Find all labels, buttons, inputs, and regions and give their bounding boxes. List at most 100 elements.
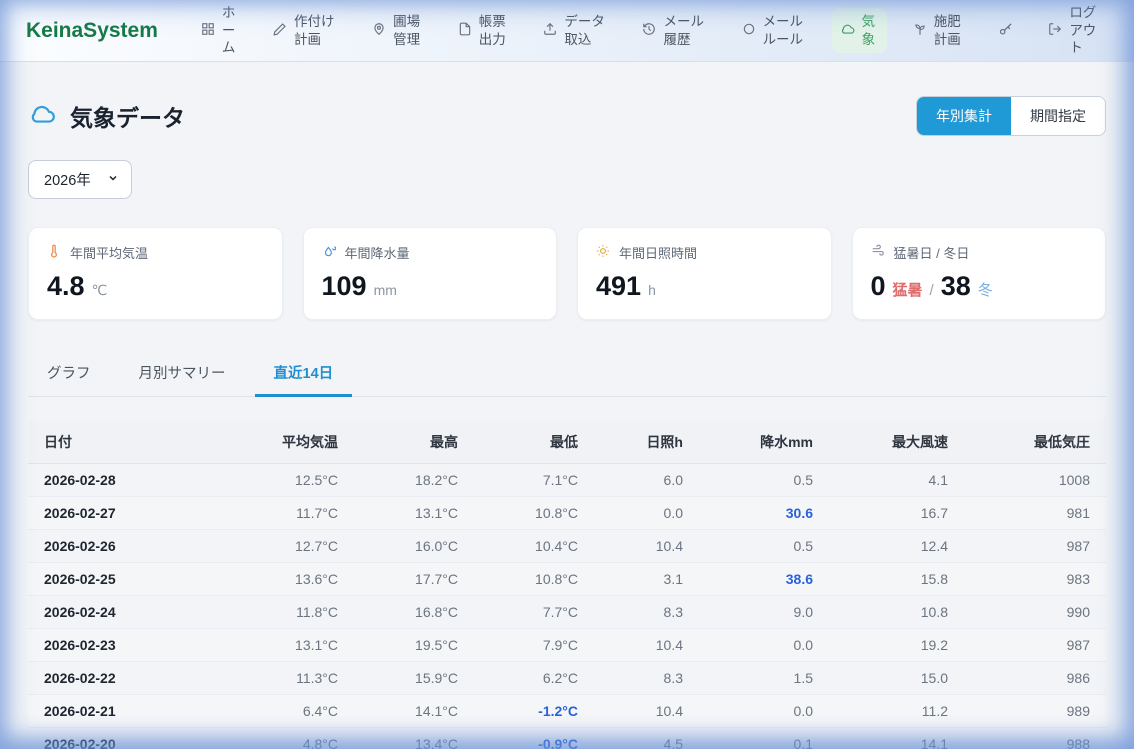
raindrops-icon bbox=[322, 244, 336, 261]
tab-recent-14-days[interactable]: 直近14日 bbox=[255, 352, 353, 397]
key-icon bbox=[998, 22, 1013, 40]
cell-sunshine: 10.4 bbox=[588, 530, 693, 563]
nav-item-data-import[interactable]: データ取込 bbox=[534, 8, 616, 53]
table-row: 2026-02-216.4°C14.1°C-1.2°C10.40.011.298… bbox=[28, 695, 1106, 728]
cell-avg-temp: 12.5°C bbox=[248, 464, 348, 497]
thermometer-icon bbox=[47, 244, 61, 261]
tab-monthly-summary[interactable]: 月別サマリー bbox=[120, 352, 245, 397]
cell-date: 2026-02-24 bbox=[28, 596, 248, 629]
nav-item-logout[interactable]: ログアウト bbox=[1039, 0, 1108, 62]
nav-item-planting-plan[interactable]: 作付け計画 bbox=[264, 8, 346, 53]
cell-rain: 30.6 bbox=[693, 497, 823, 530]
cell-min-pressure: 987 bbox=[958, 629, 1106, 662]
cell-rain: 0.5 bbox=[693, 464, 823, 497]
cell-date: 2026-02-23 bbox=[28, 629, 248, 662]
cell-max-wind: 4.1 bbox=[823, 464, 958, 497]
year-select[interactable]: 2026年 bbox=[28, 160, 132, 199]
header-avg-temp: 平均気温 bbox=[248, 421, 348, 464]
page-title: 気象データ bbox=[70, 99, 185, 133]
nav-item-mail-rule[interactable]: メールルール bbox=[733, 8, 815, 53]
cell-min-temp: 10.8°C bbox=[468, 563, 588, 596]
cell-date: 2026-02-20 bbox=[28, 728, 248, 749]
cell-min-temp: 7.7°C bbox=[468, 596, 588, 629]
cell-min-pressure: 989 bbox=[958, 695, 1106, 728]
header-sunshine: 日照h bbox=[588, 421, 693, 464]
cell-max-wind: 16.7 bbox=[823, 497, 958, 530]
cell-min-temp: -1.2°C bbox=[468, 695, 588, 728]
fertilizer-plan-icon bbox=[913, 22, 927, 39]
stat-card-avg-temp: 年間平均気温 4.8 ℃ bbox=[28, 227, 283, 320]
cell-avg-temp: 13.6°C bbox=[248, 563, 348, 596]
cloud-icon bbox=[28, 101, 58, 132]
yearly-summary-button[interactable]: 年別集計 bbox=[917, 97, 1011, 135]
nav-item-fertilizer-plan[interactable]: 施肥計画 bbox=[904, 8, 973, 53]
cell-date: 2026-02-28 bbox=[28, 464, 248, 497]
nav-label: メールルール bbox=[763, 13, 806, 48]
cell-min-temp: 7.1°C bbox=[468, 464, 588, 497]
cold-days-label: 冬 bbox=[978, 279, 993, 300]
cell-sunshine: 8.3 bbox=[588, 596, 693, 629]
header-max-temp: 最高 bbox=[348, 421, 468, 464]
cell-sunshine: 8.3 bbox=[588, 662, 693, 695]
header-max-wind: 最大風速 bbox=[823, 421, 958, 464]
cell-avg-temp: 12.7°C bbox=[248, 530, 348, 563]
period-select-button[interactable]: 期間指定 bbox=[1011, 97, 1105, 135]
cell-min-temp: -0.9°C bbox=[468, 728, 588, 749]
stat-unit: h bbox=[648, 282, 656, 298]
stat-card-extreme-days: 猛暑日 / 冬日 0 猛暑 / 38 冬 bbox=[852, 227, 1107, 320]
cell-sunshine: 4.5 bbox=[588, 728, 693, 749]
cell-max-temp: 13.4°C bbox=[348, 728, 468, 749]
table-header-row: 日付 平均気温 最高 最低 日照h 降水mm 最大風速 最低気圧 bbox=[28, 421, 1106, 464]
stat-unit: mm bbox=[374, 282, 397, 298]
table-row: 2026-02-2612.7°C16.0°C10.4°C10.40.512.49… bbox=[28, 530, 1106, 563]
cell-max-temp: 13.1°C bbox=[348, 497, 468, 530]
main-content: 気象データ 年別集計 期間指定 2026年 年間平均気温 4.8 bbox=[0, 96, 1134, 749]
hot-days-label: 猛暑 bbox=[893, 279, 923, 300]
cell-min-pressure: 990 bbox=[958, 596, 1106, 629]
cell-min-pressure: 981 bbox=[958, 497, 1106, 530]
cell-rain: 0.0 bbox=[693, 695, 823, 728]
nav-item-field-management[interactable]: 圃場管理 bbox=[363, 8, 432, 53]
mail-rule-icon bbox=[742, 22, 756, 39]
cell-rain: 0.1 bbox=[693, 728, 823, 749]
nav-label: 圃場管理 bbox=[393, 13, 423, 48]
weather-cloud-icon bbox=[841, 22, 855, 39]
wind-icon bbox=[871, 244, 885, 261]
cell-sunshine: 6.0 bbox=[588, 464, 693, 497]
nav-label: 施肥計画 bbox=[934, 13, 964, 48]
tab-graph[interactable]: グラフ bbox=[28, 352, 110, 397]
data-import-icon bbox=[543, 22, 557, 39]
nav-item-key[interactable] bbox=[989, 17, 1022, 45]
weather-table-body: 2026-02-2812.5°C18.2°C7.1°C6.00.54.11008… bbox=[28, 464, 1106, 749]
cell-rain: 38.6 bbox=[693, 563, 823, 596]
nav-item-weather[interactable]: 気象 bbox=[832, 8, 887, 53]
stat-unit: ℃ bbox=[92, 282, 108, 299]
nav-label: 作付け計画 bbox=[294, 13, 337, 48]
stat-label: 年間降水量 bbox=[345, 243, 410, 262]
table-row: 2026-02-2711.7°C13.1°C10.8°C0.030.616.79… bbox=[28, 497, 1106, 530]
cell-max-wind: 11.2 bbox=[823, 695, 958, 728]
nav-item-mail-history[interactable]: メール履歴 bbox=[633, 8, 715, 53]
stat-value: 109 bbox=[322, 271, 367, 302]
nav-label: ホーム bbox=[222, 4, 238, 57]
stat-value: 491 bbox=[596, 271, 641, 302]
cell-date: 2026-02-26 bbox=[28, 530, 248, 563]
cell-avg-temp: 11.3°C bbox=[248, 662, 348, 695]
app-logo[interactable]: KeinaSystem bbox=[26, 19, 158, 43]
cell-max-temp: 16.8°C bbox=[348, 596, 468, 629]
top-navbar: KeinaSystem ホーム 作付け計画 圃場管理 帳票出力 データ取込 bbox=[0, 0, 1134, 62]
weather-table: 日付 平均気温 最高 最低 日照h 降水mm 最大風速 最低気圧 2026-02… bbox=[28, 421, 1106, 749]
nav-item-home[interactable]: ホーム bbox=[192, 0, 247, 62]
cell-min-pressure: 987 bbox=[958, 530, 1106, 563]
nav-label: 帳票出力 bbox=[479, 13, 509, 48]
nav-label: 気象 bbox=[862, 13, 878, 48]
cell-max-wind: 15.0 bbox=[823, 662, 958, 695]
main-nav: ホーム 作付け計画 圃場管理 帳票出力 データ取込 メール履歴 bbox=[192, 0, 1108, 62]
cold-days-value: 38 bbox=[941, 271, 971, 302]
field-management-icon bbox=[372, 22, 386, 39]
cell-date: 2026-02-21 bbox=[28, 695, 248, 728]
table-row: 2026-02-2812.5°C18.2°C7.1°C6.00.54.11008 bbox=[28, 464, 1106, 497]
sun-icon bbox=[596, 244, 610, 261]
cell-max-wind: 10.8 bbox=[823, 596, 958, 629]
nav-item-report-output[interactable]: 帳票出力 bbox=[449, 8, 518, 53]
